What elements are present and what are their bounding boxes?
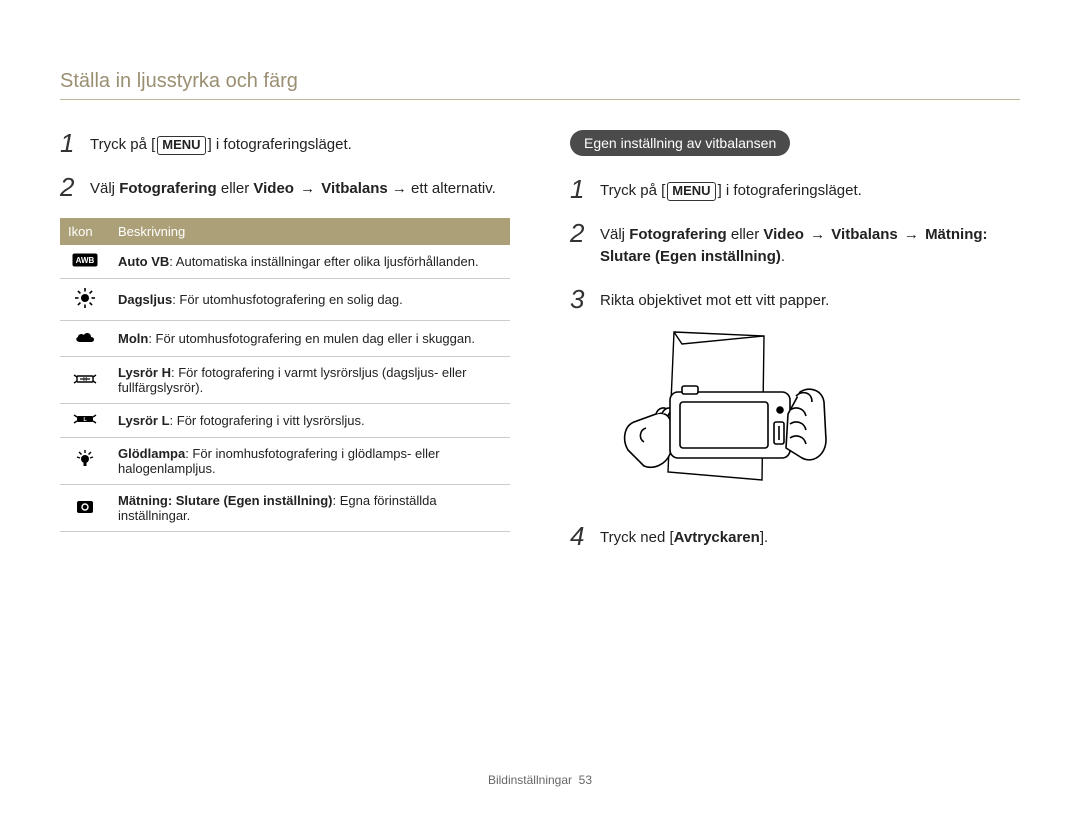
table-row: Mätning: Slutare (Egen inställning): Egn… — [60, 485, 510, 532]
right-step-4: 4 Tryck ned [Avtryckaren]. — [570, 523, 1020, 549]
right-column: Egen inställning av vitbalansen 1 Tryck … — [570, 130, 1020, 567]
text-bold: Fotografering — [629, 226, 727, 243]
step-number: 2 — [60, 174, 80, 200]
table-header-desc: Beskrivning — [110, 218, 510, 245]
text: ] i fotograferingsläget. — [208, 136, 352, 153]
step-number: 4 — [570, 523, 590, 549]
row-label: Moln — [118, 331, 148, 346]
text: → ett alternativ. — [388, 180, 496, 197]
table-row: H Lysrör H: För fotografering i varmt ly… — [60, 357, 510, 404]
text: Välj — [90, 180, 119, 197]
text: . — [781, 248, 785, 265]
step-number: 1 — [570, 176, 590, 202]
step-number: 2 — [570, 220, 590, 246]
step-number: 3 — [570, 286, 590, 312]
left-step-2: 2 Välj Fotografering eller Video → Vitba… — [60, 174, 510, 200]
table-row: AWB Auto VB: Automatiska inställningar e… — [60, 245, 510, 279]
row-label: Dagsljus — [118, 292, 172, 307]
row-desc: : För fotografering i varmt lysrörsljus … — [118, 365, 466, 395]
breadcrumb: Ställa in ljusstyrka och färg — [60, 70, 1020, 100]
row-desc: : För fotografering i vitt lysrörsljus. — [170, 413, 365, 428]
text: eller — [727, 226, 764, 243]
row-label: Auto VB — [118, 254, 169, 269]
table-row: Glödlampa: För inomhusfotografering i gl… — [60, 438, 510, 485]
row-label: Glödlampa — [118, 446, 185, 461]
menu-button-label: MENU — [667, 182, 715, 201]
text-bold: Video — [763, 226, 804, 243]
camera-hands-illustration — [604, 330, 1020, 505]
table-row: L Lysrör L: För fotografering i vitt lys… — [60, 404, 510, 438]
text-bold: Video — [253, 180, 294, 197]
row-label: Lysrör L — [118, 413, 170, 428]
text: eller — [217, 180, 254, 197]
text-bold: Vitbalans — [321, 180, 387, 197]
text: Tryck på [ — [600, 182, 665, 199]
text: Rikta objektivet mot ett vitt papper. — [600, 286, 1020, 312]
right-step-1: 1 Tryck på [MENU] i fotograferingsläget. — [570, 176, 1020, 202]
text: ] i fotograferingsläget. — [718, 182, 862, 199]
step-number: 1 — [60, 130, 80, 156]
sun-icon — [74, 287, 96, 312]
right-step-2: 2 Välj Fotografering eller Video → Vitba… — [570, 220, 1020, 268]
custom-measure-icon — [75, 499, 95, 518]
page-footer: Bildinställningar 53 — [0, 773, 1080, 787]
arrow-icon: → — [296, 180, 319, 197]
cloud-icon — [73, 329, 97, 348]
table-header-icon: Ikon — [60, 218, 110, 245]
left-step-1: 1 Tryck på [MENU] i fotograferingsläget. — [60, 130, 510, 156]
svg-text:L: L — [83, 417, 86, 423]
text: ]. — [760, 529, 768, 546]
footer-page-number: 53 — [579, 773, 592, 787]
row-desc: : Automatiska inställningar efter olika … — [169, 254, 478, 269]
fluorescent-h-icon: H — [72, 372, 98, 389]
bulb-icon — [75, 449, 95, 474]
row-label: Mätning: Slutare (Egen inställning) — [118, 493, 333, 508]
awb-icon: AWB — [72, 253, 98, 270]
footer-section-label: Bildinställningar — [488, 773, 572, 787]
menu-button-label: MENU — [157, 136, 205, 155]
right-step-3: 3 Rikta objektivet mot ett vitt papper. — [570, 286, 1020, 312]
arrow-icon: → — [900, 226, 923, 243]
fluorescent-l-icon: L — [72, 412, 98, 429]
svg-text:H: H — [83, 377, 87, 383]
white-balance-table: Ikon Beskrivning AWB Auto VB: Automatisk… — [60, 218, 510, 532]
text-bold: Vitbalans — [831, 226, 897, 243]
svg-text:AWB: AWB — [76, 256, 95, 265]
section-pill: Egen inställning av vitbalansen — [570, 130, 790, 156]
text: Tryck på [ — [90, 136, 155, 153]
table-row: Moln: För utomhusfotografering en mulen … — [60, 321, 510, 357]
text-bold: Fotografering — [119, 180, 217, 197]
row-label: Lysrör H — [118, 365, 171, 380]
left-column: 1 Tryck på [MENU] i fotograferingsläget.… — [60, 130, 510, 567]
table-row: Dagsljus: För utomhusfotografering en so… — [60, 279, 510, 321]
text: Tryck ned [ — [600, 529, 674, 546]
row-desc: : För utomhusfotografering en solig dag. — [172, 292, 403, 307]
arrow-icon: → — [806, 226, 829, 243]
text-bold: Avtryckaren — [674, 529, 760, 546]
text: Välj — [600, 226, 629, 243]
row-desc: : För utomhusfotografering en mulen dag … — [148, 331, 475, 346]
